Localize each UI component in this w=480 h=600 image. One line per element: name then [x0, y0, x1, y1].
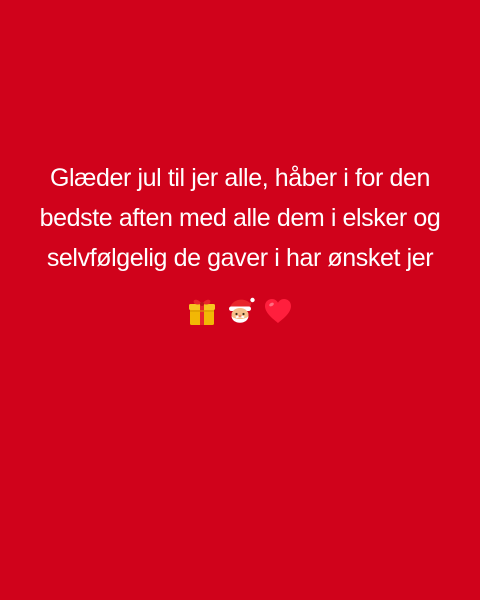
emoji-row [0, 293, 480, 329]
story-text-line-2: bedste aften med alle dem i elsker og [39, 204, 441, 232]
red-heart-emoji-icon [265, 299, 291, 323]
santa-emoji-icon [229, 297, 255, 323]
gift-emoji-icon [189, 299, 215, 325]
story-text-line-3: selvfølgelig de gaver i har ønsket jer [46, 244, 434, 272]
story-text: Glæder jul til jer alle, håber i for den… [20, 158, 460, 278]
story-canvas: Glæder jul til jer alle, håber i for den… [0, 0, 480, 600]
story-text-line-1: Glæder jul til jer alle, håber i for den [49, 164, 431, 192]
